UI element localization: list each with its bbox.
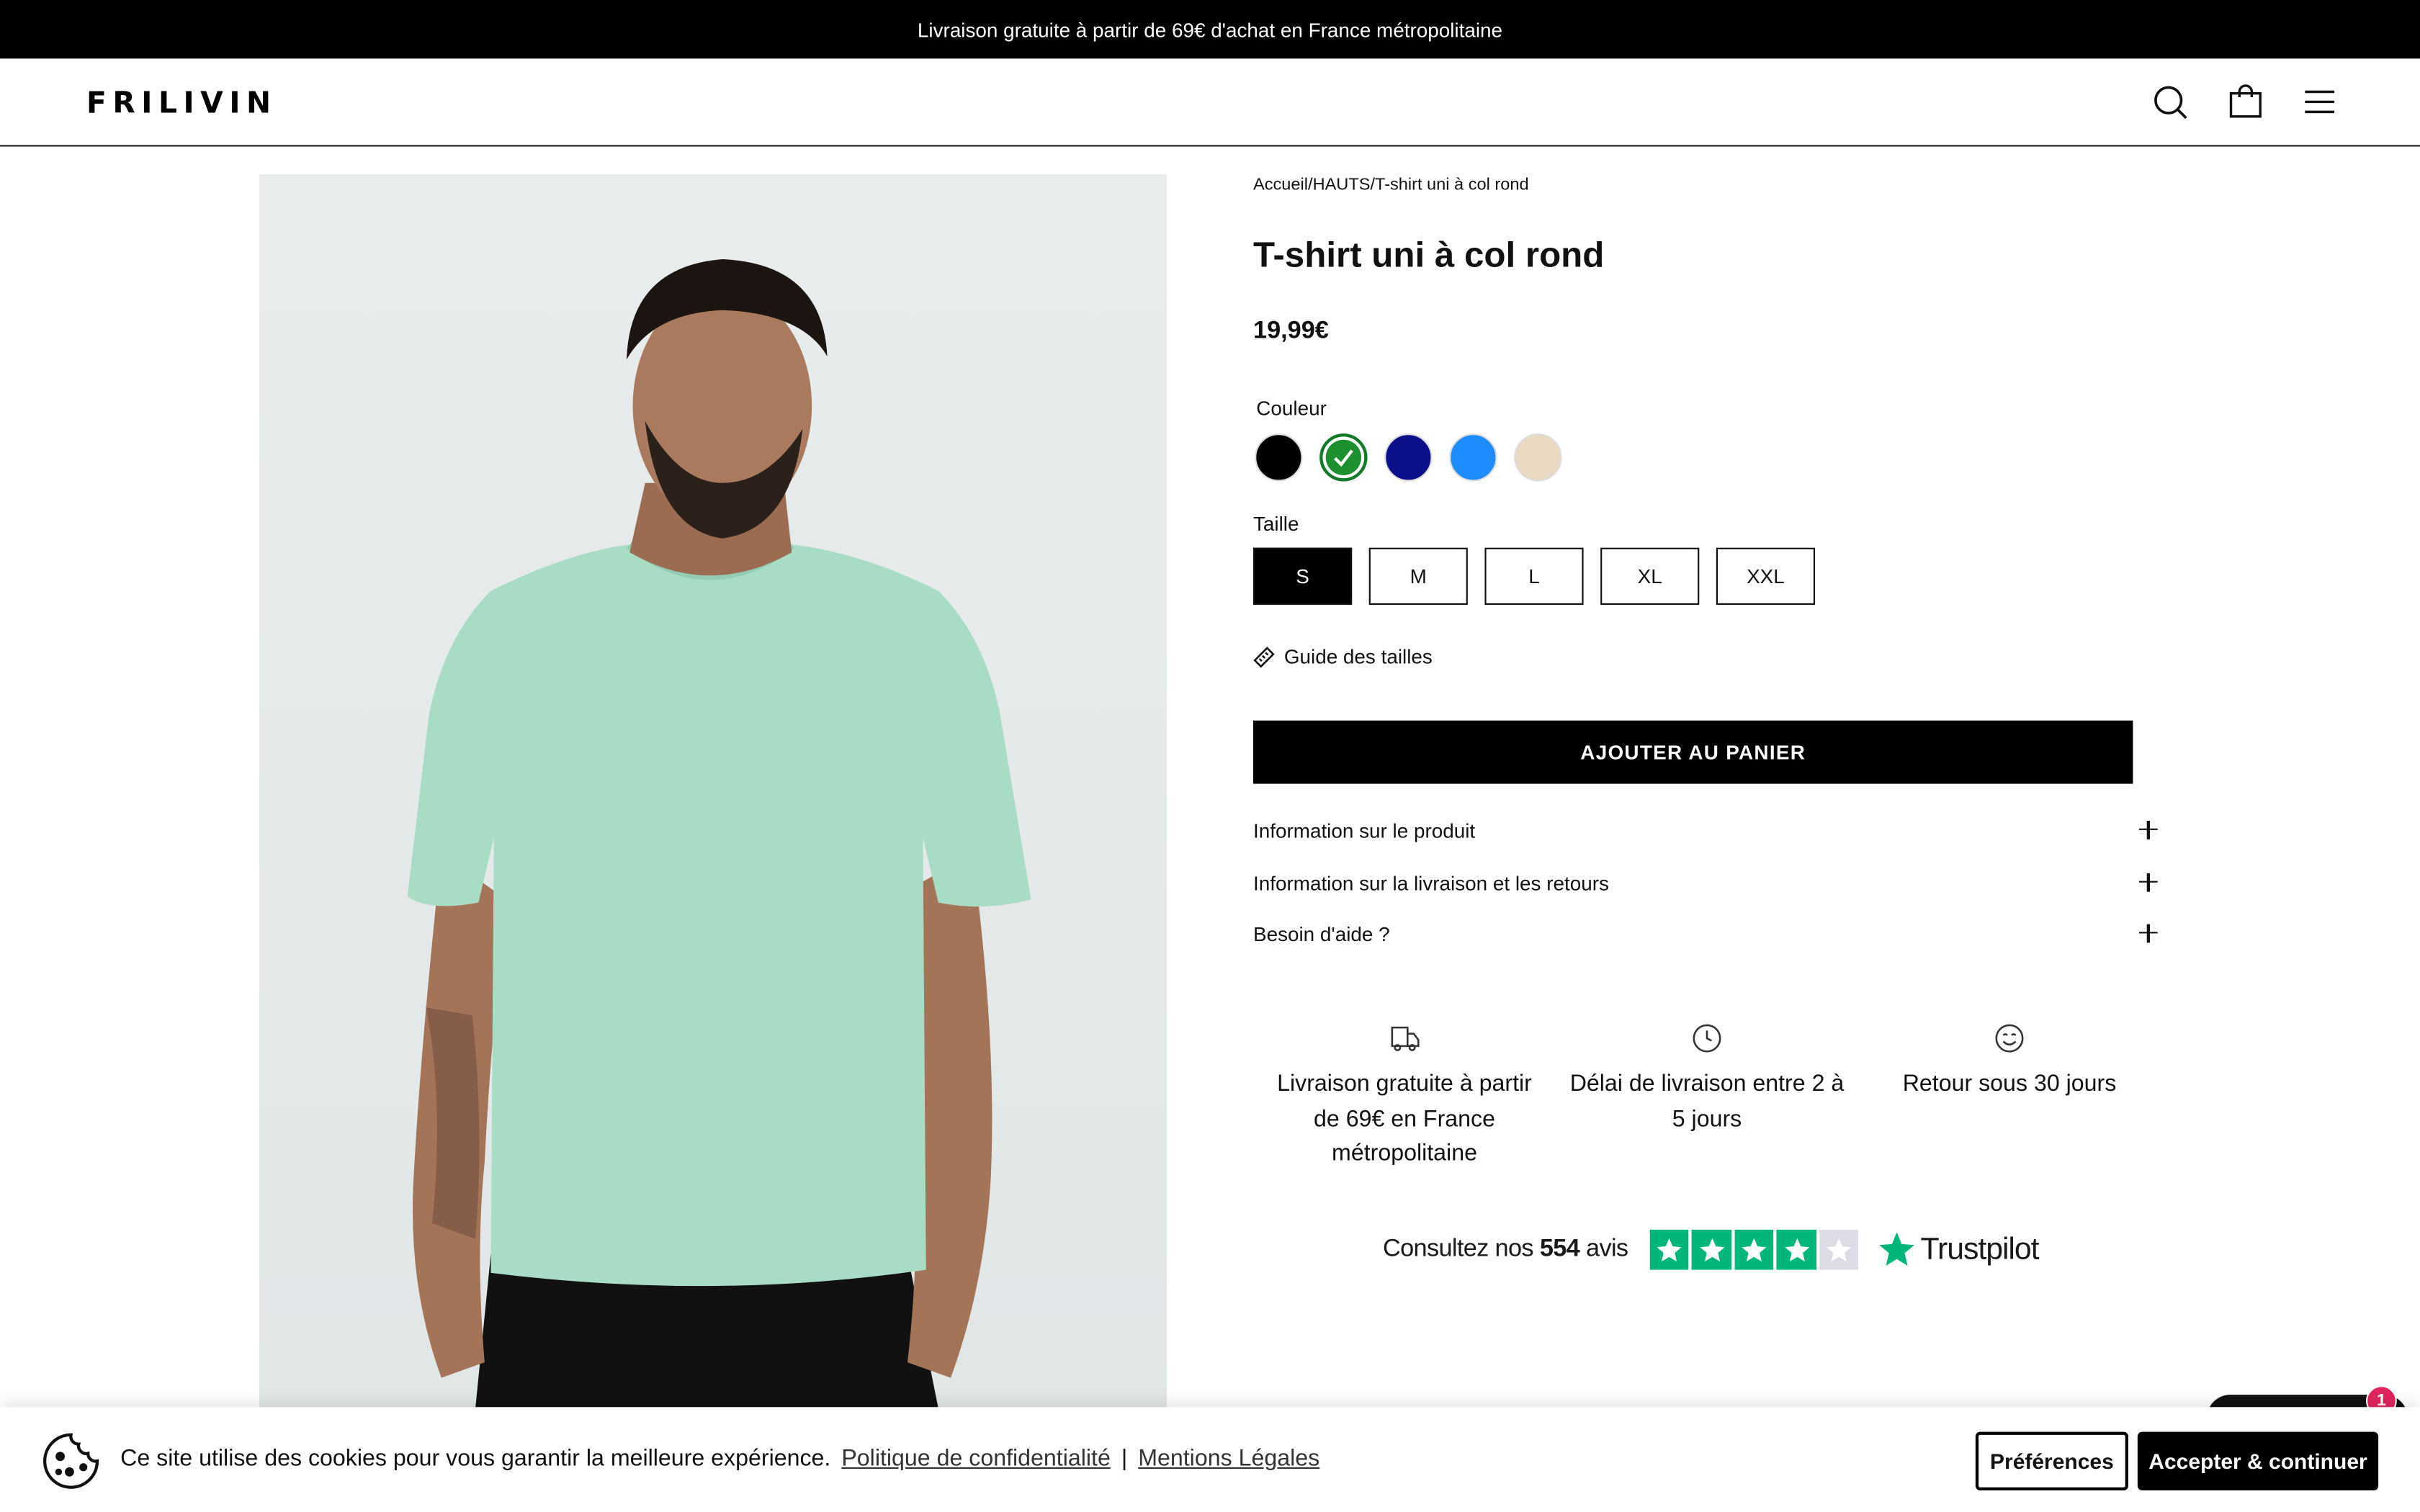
ruler-icon [1253, 646, 1275, 667]
color-label: Couleur [1256, 396, 1327, 420]
trustpilot-stars [1649, 1230, 1859, 1270]
cookie-banner: Ce site utilise des cookies pour vous ga… [0, 1407, 2420, 1512]
cookie-icon [43, 1433, 99, 1489]
feature-delivery-time: Délai de livraison entre 2 à 5 jours [1568, 1022, 1846, 1138]
accordion-title: Information sur la livraison et les reto… [1253, 870, 1609, 894]
size-option-xxl[interactable]: XXL [1716, 547, 1815, 605]
checkmark-icon [1334, 449, 1353, 467]
trustpilot-brand: Trustpilot [1878, 1230, 2040, 1270]
star-icon [1777, 1230, 1816, 1270]
cookie-message: Ce site utilise des cookies pour vous ga… [120, 1446, 1319, 1472]
size-option-s[interactable]: S [1253, 547, 1353, 605]
accordion-product-info[interactable]: Information sur le produit [1253, 813, 2161, 847]
product-title: T-shirt uni à col rond [1253, 234, 1605, 275]
announcement-text: Livraison gratuite à partir de 69€ d'ach… [917, 17, 1503, 41]
trustpilot-count: 554 [1539, 1236, 1580, 1262]
color-swatches [1255, 433, 1562, 482]
shopping-bag-icon[interactable] [2227, 84, 2264, 120]
cookie-text: Ce site utilise des cookies pour vous ga… [120, 1445, 831, 1472]
color-swatch-blue[interactable] [1449, 433, 1497, 482]
size-options: S M L XL XXL [1253, 547, 1815, 605]
cookie-preferences-button[interactable]: Préférences [1975, 1431, 2128, 1490]
trustpilot-star-icon [1880, 1232, 1915, 1266]
trustpilot-text: Consultez nos 554 avis [1383, 1236, 1628, 1264]
product-price: 19,99€ [1253, 318, 1329, 344]
star-icon [1734, 1230, 1774, 1270]
feature-text: Retour sous 30 jours [1902, 1071, 2117, 1097]
feature-returns: Retour sous 30 jours [1870, 1022, 2148, 1103]
plus-icon [2139, 922, 2161, 944]
site-header: FRILIVIN [0, 58, 2420, 147]
accordion-shipping-returns[interactable]: Information sur la livraison et les reto… [1253, 865, 2161, 899]
star-empty-icon [1819, 1230, 1859, 1270]
clock-icon [1693, 1024, 1721, 1053]
star-icon [1649, 1230, 1690, 1270]
logo[interactable]: FRILIVIN [86, 86, 277, 120]
plus-icon [2139, 819, 2161, 841]
trustpilot-prefix: Consultez nos [1383, 1236, 1534, 1262]
breadcrumb-current: T-shirt uni à col rond [1375, 176, 1529, 194]
color-swatch-black[interactable] [1255, 433, 1303, 482]
color-swatch-navy[interactable] [1384, 433, 1433, 482]
accordion-title: Information sur le produit [1253, 818, 1476, 842]
breadcrumb: Accueil/HAUTS/T-shirt uni à col rond [1253, 176, 1529, 194]
smile-icon [1995, 1024, 2024, 1053]
menu-icon[interactable] [2301, 84, 2338, 120]
breadcrumb-category[interactable]: HAUTS [1313, 176, 1371, 194]
size-option-l[interactable]: L [1484, 547, 1584, 605]
size-option-m[interactable]: M [1368, 547, 1468, 605]
plus-icon [2139, 872, 2161, 894]
legal-notice-link[interactable]: Mentions Légales [1138, 1446, 1319, 1472]
size-guide-link[interactable]: Guide des tailles [1253, 645, 1433, 668]
accordion-help[interactable]: Besoin d'aide ? [1253, 917, 2161, 950]
size-guide-label: Guide des tailles [1283, 644, 1433, 668]
cookie-separator: | [1121, 1445, 1128, 1472]
breadcrumb-home[interactable]: Accueil [1253, 176, 1308, 194]
accordion-title: Besoin d'aide ? [1253, 922, 1390, 945]
cookie-accept-button[interactable]: Accepter & continuer [2137, 1431, 2379, 1490]
star-icon [1692, 1230, 1732, 1270]
search-icon[interactable] [2151, 84, 2188, 120]
trustpilot-suffix: avis [1586, 1236, 1628, 1262]
trustpilot-brand-label: Trustpilot [1920, 1232, 2040, 1266]
color-swatch-green[interactable] [1319, 433, 1368, 482]
product-image[interactable] [259, 174, 1167, 1409]
truck-icon [1391, 1026, 1420, 1051]
feature-free-shipping: Livraison gratuite à partir de 69€ en Fr… [1265, 1022, 1543, 1172]
size-label: Taille [1253, 512, 1299, 536]
feature-text: Livraison gratuite à partir de 69€ en Fr… [1277, 1071, 1532, 1166]
announcement-bar: Livraison gratuite à partir de 69€ d'ach… [0, 0, 2420, 59]
color-swatch-beige[interactable] [1514, 433, 1562, 482]
trustpilot-widget[interactable]: Consultez nos 554 avis Trustpilot [1383, 1228, 2040, 1272]
feature-text: Délai de livraison entre 2 à 5 jours [1569, 1071, 1845, 1132]
size-option-xl[interactable]: XL [1600, 547, 1700, 605]
privacy-policy-link[interactable]: Politique de confidentialité [841, 1446, 1110, 1472]
add-to-cart-button[interactable]: AJOUTER AU PANIER [1253, 720, 2133, 784]
